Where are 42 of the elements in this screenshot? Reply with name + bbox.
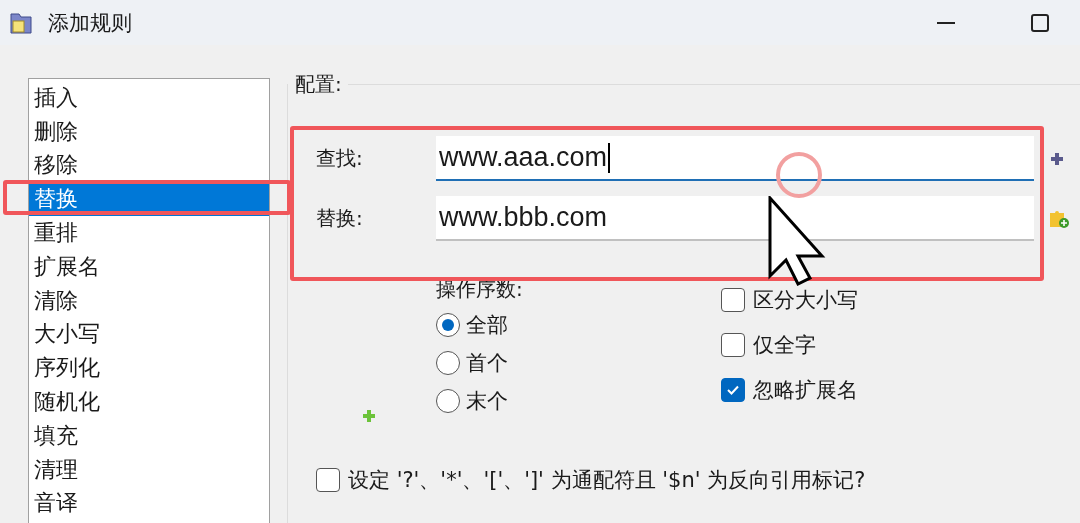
checkbox[interactable] — [721, 378, 745, 402]
checkbox[interactable] — [721, 333, 745, 357]
rule-list-item[interactable]: 插入 — [29, 81, 269, 115]
rule-list-item[interactable]: 扩展名 — [29, 250, 269, 284]
rule-list-item[interactable]: 随机化 — [29, 385, 269, 419]
radio-label: 末个 — [466, 388, 508, 415]
window-title: 添加规则 — [48, 9, 132, 37]
rule-list-item[interactable]: 清理 — [29, 452, 269, 487]
radio-label: 首个 — [466, 350, 508, 377]
field-label: 替换: — [315, 205, 364, 232]
radio-option[interactable]: 首个 — [436, 344, 721, 382]
checkbox-label: 区分大小写 — [753, 287, 858, 314]
plus-icon — [362, 409, 376, 423]
rule-list-item[interactable]: 清除 — [29, 283, 269, 318]
radio-option[interactable]: 末个 — [436, 382, 721, 420]
rule-list-item[interactable]: 移除 — [29, 148, 269, 183]
maximize-icon — [1031, 13, 1049, 32]
group-title: 配置: — [295, 70, 342, 98]
text-field[interactable]: www.aaa.com — [436, 136, 1034, 181]
puzzle-add-icon[interactable] — [1048, 208, 1070, 229]
checkbox-label: 仅全字 — [753, 332, 816, 359]
rule-list-item[interactable]: 音译 — [29, 486, 269, 521]
radio-button[interactable] — [436, 351, 460, 375]
minimize-icon — [937, 21, 955, 24]
occurrence-label: 操作序数: — [436, 276, 524, 303]
radio-option[interactable]: 全部 — [436, 306, 721, 344]
click-ring-icon — [775, 151, 823, 199]
checkbox-label: 设定 '?'、'*'、'['、']' 为通配符且 '$n' 为反向引用标记? — [348, 467, 866, 494]
rule-list-item[interactable]: 大小写 — [29, 317, 269, 352]
checkbox[interactable] — [316, 468, 340, 492]
rule-list-item[interactable]: 删除 — [29, 114, 269, 149]
field-label: 查找: — [315, 145, 364, 172]
checkbox[interactable] — [721, 288, 745, 312]
radio-label: 全部 — [466, 312, 508, 339]
rule-list-item[interactable]: 重排 — [29, 216, 269, 250]
text-field[interactable]: www.bbb.com — [436, 196, 1034, 241]
rule-list-item[interactable]: 序列化 — [29, 351, 269, 386]
radio-button[interactable] — [436, 389, 460, 413]
radio-button[interactable] — [436, 313, 460, 337]
plus-icon[interactable] — [1050, 151, 1064, 166]
rule-list-item[interactable]: 填充 — [29, 418, 269, 453]
checkbox-label: 忽略扩展名 — [753, 377, 858, 404]
